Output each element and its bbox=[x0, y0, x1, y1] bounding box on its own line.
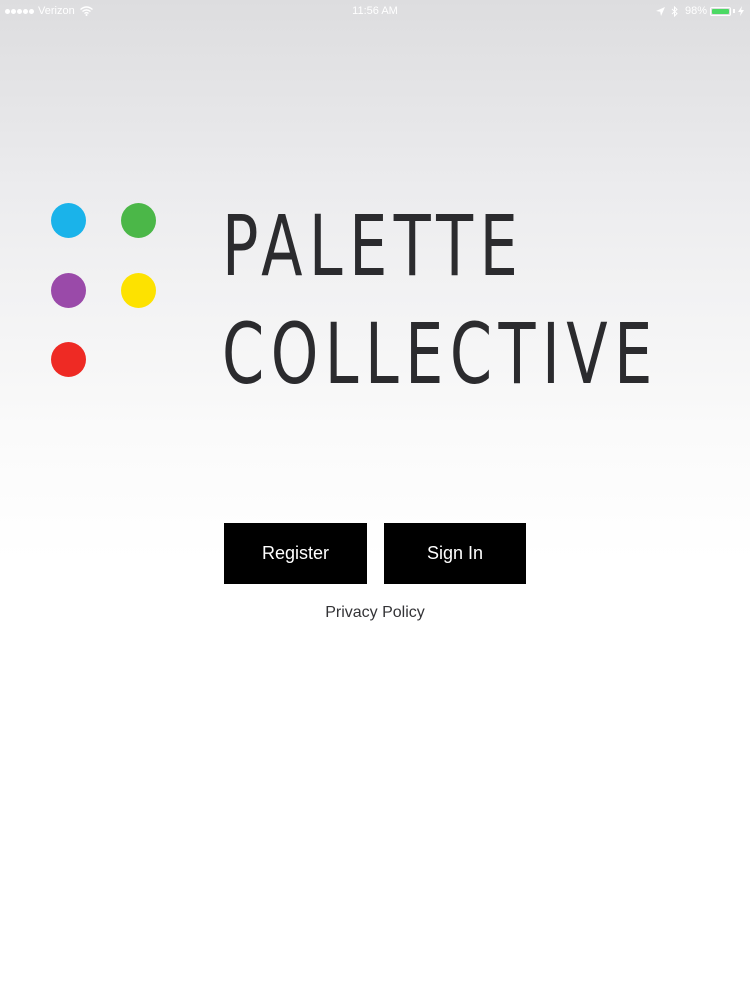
logo-dot-yellow bbox=[121, 273, 156, 308]
bluetooth-icon bbox=[671, 5, 678, 17]
logo-dot-green bbox=[121, 203, 156, 238]
logo-dot-red bbox=[51, 342, 86, 377]
battery-cap bbox=[733, 9, 735, 13]
logo-line-2: COLLECTIVE bbox=[222, 305, 659, 403]
location-icon bbox=[655, 6, 665, 16]
logo-wordmark: PALETTE COLLECTIVE bbox=[222, 192, 659, 408]
logo-dot-purple bbox=[51, 273, 86, 308]
battery-icon bbox=[710, 6, 731, 16]
privacy-policy-link[interactable]: Privacy Policy bbox=[0, 604, 750, 622]
logo-line-1: PALETTE bbox=[222, 197, 525, 295]
status-time: 11:56 AM bbox=[352, 5, 398, 17]
register-button[interactable]: Register bbox=[224, 523, 367, 584]
status-right: 98% bbox=[655, 4, 744, 18]
charging-icon bbox=[738, 6, 744, 16]
status-bar: Verizon 11:56 AM 98% bbox=[0, 0, 750, 22]
battery-fill bbox=[712, 8, 729, 14]
sign-in-button[interactable]: Sign In bbox=[384, 523, 526, 584]
battery-percent: 98% bbox=[684, 5, 707, 17]
logo-dot-blue bbox=[51, 203, 86, 238]
